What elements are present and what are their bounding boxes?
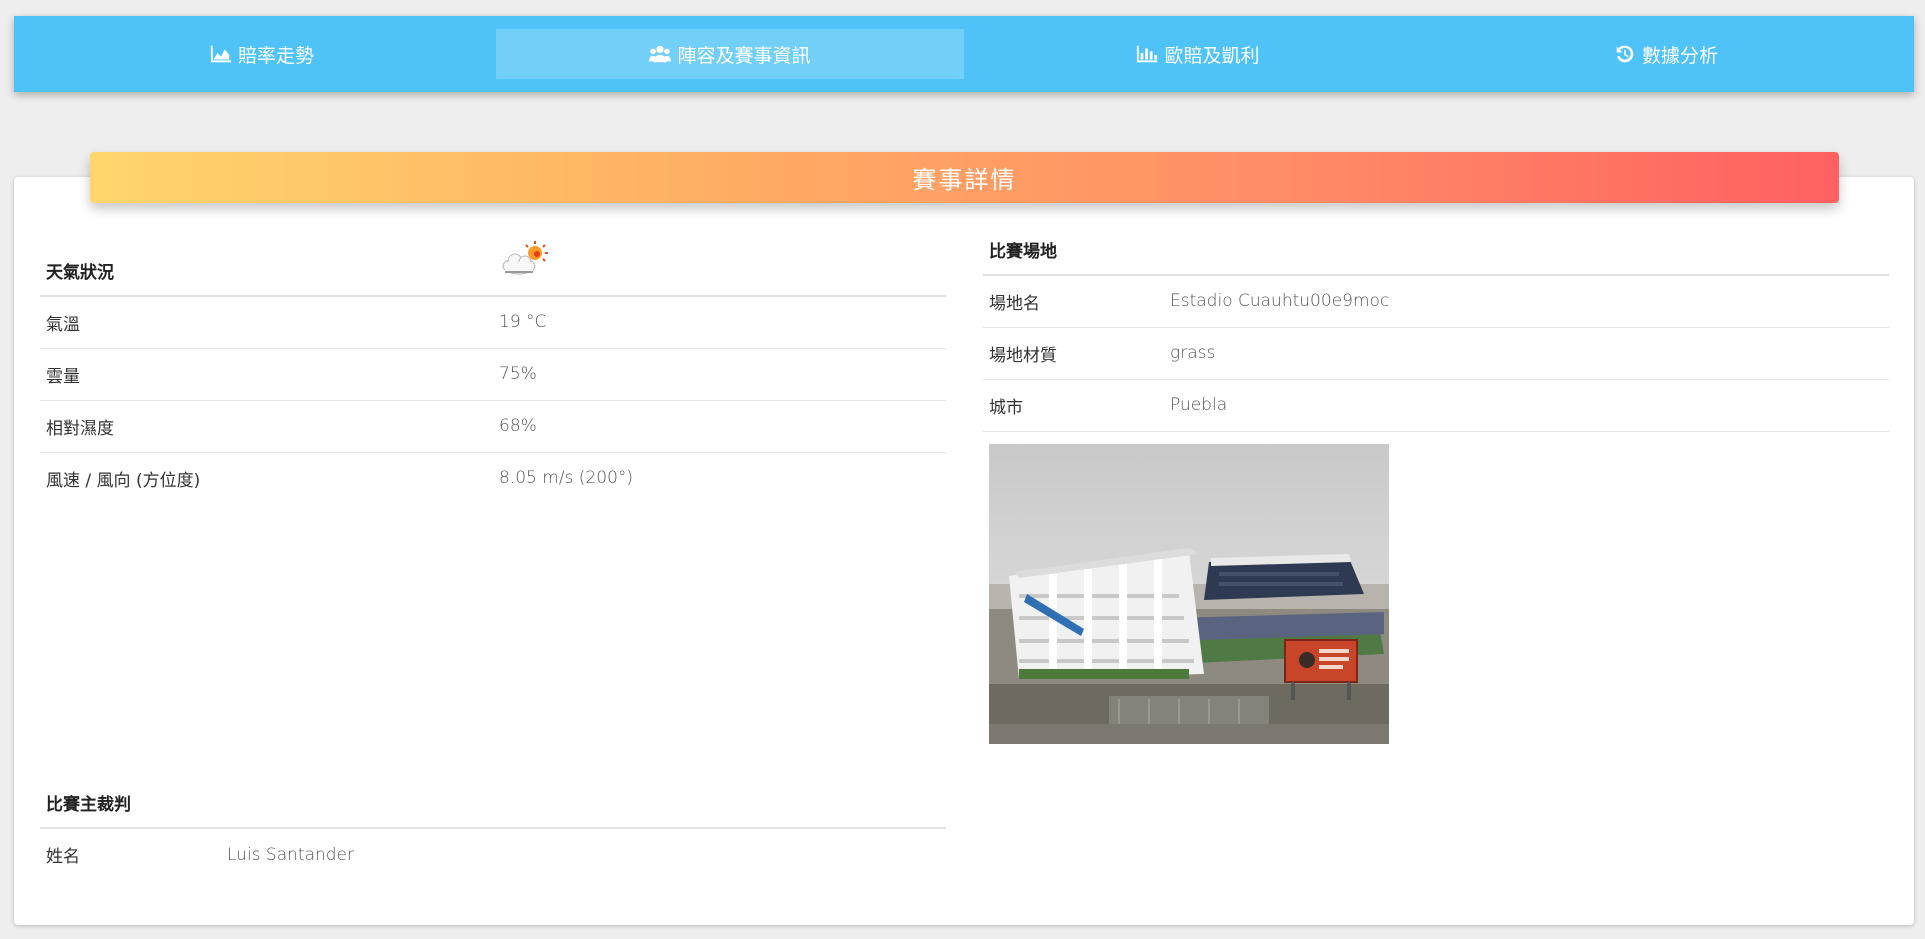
weather-row-temperature: 氣溫 19 °C bbox=[40, 296, 946, 349]
top-nav: 賠率走勢 陣容及賽事資訊 歐賠及凱利 數據分析 bbox=[14, 16, 1914, 92]
stadium-photo bbox=[989, 444, 1389, 744]
tab-label: 歐賠及凱利 bbox=[1164, 44, 1260, 67]
tab-odds-trend[interactable]: 賠率走勢 bbox=[28, 29, 496, 79]
referee-name-value: Luis Santander bbox=[227, 844, 355, 865]
weather-row-cloud-cover: 雲量 75% bbox=[40, 348, 946, 401]
weather-row-humidity: 相對濕度 68% bbox=[40, 400, 946, 453]
partly-cloudy-icon bbox=[502, 241, 548, 275]
weather-row-wind: 風速 / 風向 (方位度) 8.05 m/s (200°) bbox=[40, 452, 946, 504]
venue-row-city: 城市 Puebla bbox=[983, 379, 1889, 432]
tab-label: 賠率走勢 bbox=[237, 44, 314, 67]
venue-row-surface: 場地材質 grass bbox=[983, 327, 1889, 380]
venue-name-label: 場地名 bbox=[983, 275, 1164, 328]
humidity-label: 相對濕度 bbox=[40, 400, 493, 453]
area-chart-icon bbox=[210, 45, 232, 63]
tab-label: 數據分析 bbox=[1641, 44, 1718, 67]
venue-section: 比賽場地 場地名 Estadio Cuauhtu00e9moc 場地材質 gra… bbox=[983, 228, 1889, 432]
card-title: 賽事詳情 bbox=[90, 152, 1839, 203]
wind-value: 8.05 m/s (200°) bbox=[499, 468, 634, 489]
weather-section: 天氣狀況 氣溫 19 °C 雲量 75% 相對濕度 68% 風速 / 風向 (方… bbox=[40, 240, 946, 504]
venue-city-value: Puebla bbox=[1164, 379, 1889, 432]
users-icon bbox=[649, 45, 672, 63]
history-icon bbox=[1616, 45, 1634, 63]
venue-surface-value: grass bbox=[1164, 327, 1889, 380]
venue-table: 比賽場地 場地名 Estadio Cuauhtu00e9moc 場地材質 gra… bbox=[983, 228, 1889, 432]
tab-data-analysis[interactable]: 數據分析 bbox=[1432, 29, 1900, 79]
weather-heading: 天氣狀況 bbox=[40, 240, 493, 297]
referee-name-label: 姓名 bbox=[46, 847, 80, 867]
wind-label: 風速 / 風向 (方位度) bbox=[46, 470, 201, 491]
temperature-value: 19 °C bbox=[493, 296, 946, 349]
venue-surface-label: 場地材質 bbox=[983, 327, 1164, 380]
referee-row-name: 姓名 Luis Santander bbox=[40, 828, 946, 880]
cloud-cover-value: 75% bbox=[493, 348, 946, 401]
referee-section: 比賽主裁判 姓名 Luis Santander bbox=[40, 774, 946, 880]
referee-heading: 比賽主裁判 bbox=[40, 774, 946, 829]
humidity-value: 68% bbox=[493, 400, 946, 453]
venue-heading: 比賽場地 bbox=[983, 228, 1889, 276]
temperature-label: 氣溫 bbox=[40, 296, 493, 349]
venue-row-name: 場地名 Estadio Cuauhtu00e9moc bbox=[983, 275, 1889, 328]
referee-table: 比賽主裁判 姓名 Luis Santander bbox=[40, 774, 946, 880]
tab-lineup-info[interactable]: 陣容及賽事資訊 bbox=[496, 29, 964, 79]
bar-chart-icon bbox=[1137, 45, 1158, 63]
tab-label: 陣容及賽事資訊 bbox=[677, 44, 811, 67]
tab-european-odds-kelly[interactable]: 歐賠及凱利 bbox=[964, 29, 1432, 79]
venue-city-label: 城市 bbox=[983, 379, 1164, 432]
weather-table: 天氣狀況 氣溫 19 °C 雲量 75% 相對濕度 68% 風速 / 風向 (方… bbox=[40, 240, 946, 504]
venue-name-value: Estadio Cuauhtu00e9moc bbox=[1164, 275, 1889, 328]
cloud-cover-label: 雲量 bbox=[40, 348, 493, 401]
